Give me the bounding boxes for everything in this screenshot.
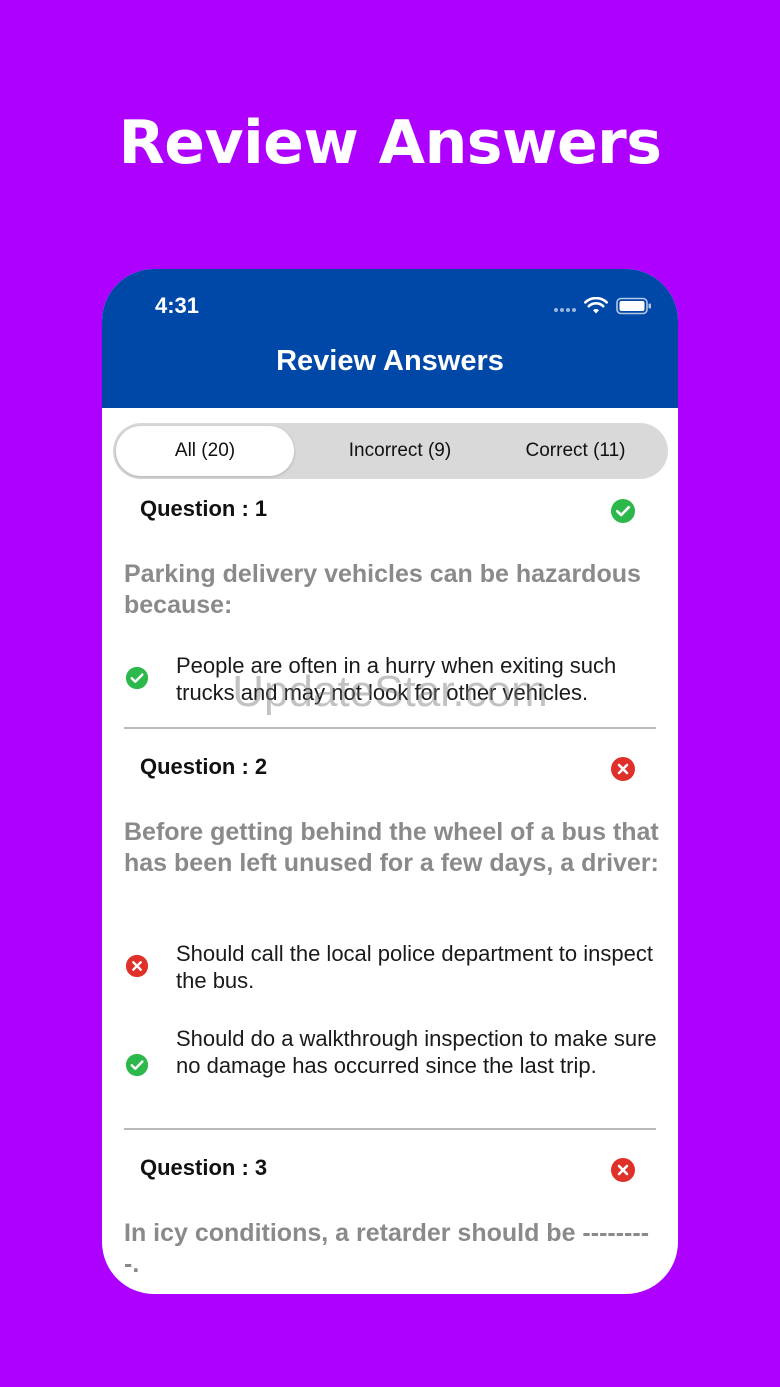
question-2-text: Before getting behind the wheel of a bus… xyxy=(124,818,659,877)
promo-title: Review Answers xyxy=(118,108,662,178)
x-circle-icon xyxy=(125,954,149,978)
tab-incorrect[interactable]: Incorrect (9) xyxy=(305,423,495,479)
phone-screen: 4:31 Review Answers All (20) Incorrect (… xyxy=(102,269,678,1294)
question-1-header: Question : 1 xyxy=(140,496,268,521)
signal-icon xyxy=(554,308,576,312)
status-icons xyxy=(554,295,652,317)
tab-correct[interactable]: Correct (11) xyxy=(493,423,658,479)
status-time: 4:31 xyxy=(155,293,200,318)
check-circle-icon xyxy=(611,499,635,523)
tab-all[interactable]: All (20) xyxy=(116,426,294,476)
battery-icon xyxy=(616,297,651,315)
question-1-option-1: People are often in a hurry when exiting… xyxy=(176,653,617,705)
app-bar: 4:31 Review Answers xyxy=(102,269,678,408)
question-3-text: In icy conditions, a retarder should be … xyxy=(124,1219,650,1278)
divider xyxy=(124,727,656,729)
app-bar-title: Review Answers xyxy=(276,345,504,377)
x-circle-icon xyxy=(611,757,635,781)
wifi-icon xyxy=(584,297,608,314)
x-circle-icon xyxy=(611,1158,635,1182)
check-circle-icon xyxy=(125,1053,149,1077)
check-circle-icon xyxy=(125,666,149,690)
question-2-option-1: Should call the local police department … xyxy=(176,941,653,993)
divider xyxy=(124,1128,656,1130)
question-2-option-2: Should do a walkthrough inspection to ma… xyxy=(176,1026,657,1078)
question-1-text: Parking delivery vehicles can be hazardo… xyxy=(124,560,641,619)
question-3-header: Question : 3 xyxy=(140,1155,268,1180)
filter-tabs: All (20) Incorrect (9) Correct (11) xyxy=(113,423,668,479)
question-2-header: Question : 2 xyxy=(140,754,268,779)
